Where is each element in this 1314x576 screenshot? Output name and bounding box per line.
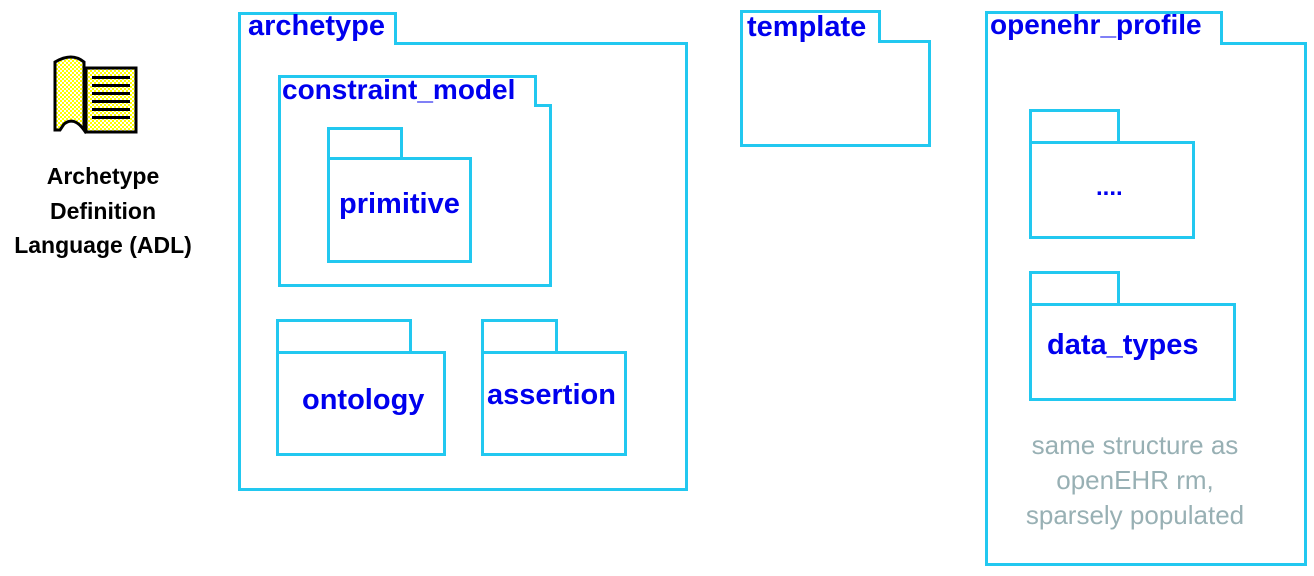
- label-line: Archetype: [46, 163, 160, 189]
- openehr-profile-title: openehr_profile: [990, 9, 1202, 40]
- adl-label: Archetype Definition Language (ADL): [0, 159, 213, 263]
- note-line: sparsely populated: [1025, 500, 1245, 530]
- template-title: template: [747, 11, 867, 43]
- ellipsis-package-tab[interactable]: [1029, 109, 1120, 144]
- note-line: openEHR rm,: [1056, 465, 1214, 495]
- note-line: same structure as: [1031, 430, 1239, 460]
- ontology-package-tab[interactable]: [276, 319, 412, 354]
- label-line: Definition: [49, 197, 157, 224]
- book-icon: [53, 55, 138, 134]
- primitive-package-tab[interactable]: [327, 127, 403, 161]
- data-types-title: data_types: [1047, 329, 1199, 361]
- openehr-profile-note: same structure as openEHR rm, sparsely p…: [975, 428, 1295, 533]
- assertion-package-tab[interactable]: [481, 319, 558, 354]
- label-line: Language (ADL): [14, 232, 192, 258]
- data-types-package-tab[interactable]: [1029, 271, 1120, 306]
- archetype-title: archetype: [248, 10, 386, 42]
- constraint-model-title: constraint_model: [282, 74, 516, 105]
- assertion-title: assertion: [487, 379, 616, 411]
- ontology-title: ontology: [302, 384, 425, 416]
- template-package-body[interactable]: [740, 40, 931, 147]
- primitive-title: primitive: [339, 188, 460, 220]
- ellipsis-title: ....: [1096, 174, 1123, 201]
